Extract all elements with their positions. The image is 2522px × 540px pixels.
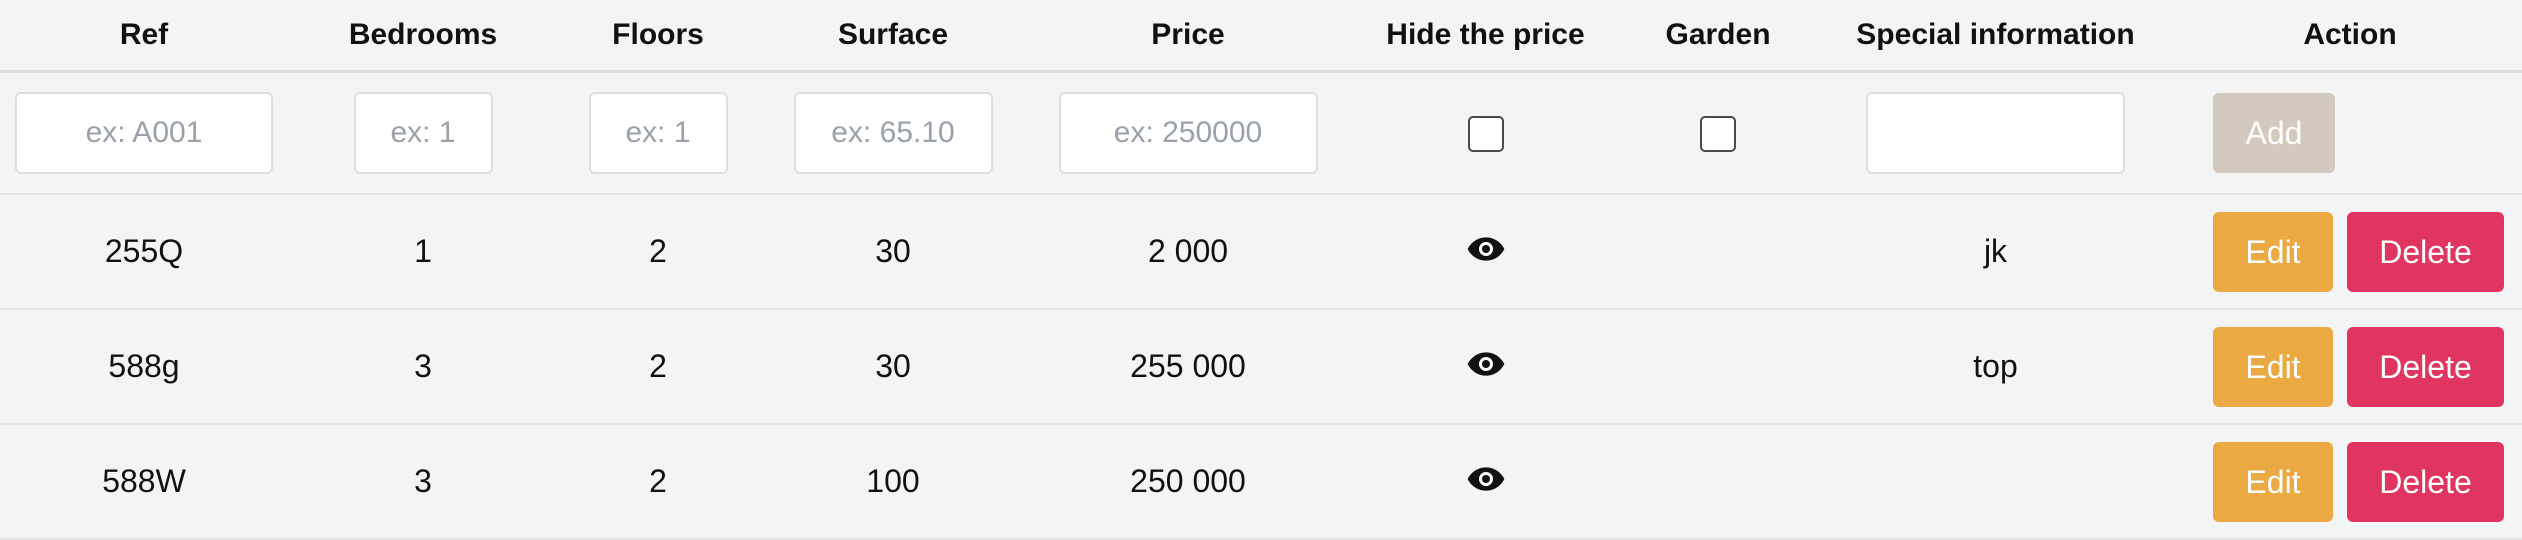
ref-input[interactable] bbox=[15, 92, 273, 174]
hide-price-cell bbox=[1348, 71, 1623, 195]
header-price: Price bbox=[1028, 0, 1348, 73]
ref-cell bbox=[0, 71, 288, 195]
garden-checkbox[interactable] bbox=[1700, 116, 1736, 153]
floors-value: 2 bbox=[558, 309, 758, 425]
floors-value: 2 bbox=[558, 194, 758, 310]
header-action: Action bbox=[2178, 0, 2522, 73]
edit-button[interactable]: Edit bbox=[2213, 441, 2333, 522]
ref-value: 255Q bbox=[0, 194, 288, 310]
price-value: 255 000 bbox=[1028, 309, 1348, 425]
bedrooms-value: 3 bbox=[288, 424, 558, 540]
header-ref: Ref bbox=[0, 0, 288, 73]
special-information-value: top bbox=[1813, 309, 2178, 425]
surface-value: 30 bbox=[758, 309, 1028, 425]
header-special-information: Special information bbox=[1813, 0, 2178, 73]
bedrooms-cell bbox=[288, 71, 558, 195]
row-actions: Edit Delete bbox=[2178, 194, 2522, 310]
table-row: 255Q 1 2 30 2 000 jk Edit Delete bbox=[0, 194, 2522, 310]
action-cell: Add bbox=[2178, 71, 2522, 195]
table-row: 588g 3 2 30 255 000 top Edit Delete bbox=[0, 309, 2522, 425]
bedrooms-input[interactable] bbox=[353, 92, 493, 174]
delete-button[interactable]: Delete bbox=[2347, 211, 2504, 292]
garden-cell bbox=[1623, 71, 1813, 195]
table-header-row: Ref Bedrooms Floors Surface Price Hide t… bbox=[0, 0, 2522, 73]
garden-value bbox=[1623, 424, 1813, 540]
edit-button[interactable]: Edit bbox=[2213, 326, 2333, 407]
price-input[interactable] bbox=[1058, 92, 1318, 174]
surface-value: 30 bbox=[758, 194, 1028, 310]
special-information-value: jk bbox=[1813, 194, 2178, 310]
new-property-form-row: Add bbox=[0, 71, 2522, 195]
floors-input[interactable] bbox=[588, 92, 728, 174]
hide-price-value bbox=[1348, 194, 1623, 310]
floors-cell bbox=[558, 71, 758, 195]
header-floors: Floors bbox=[558, 0, 758, 73]
garden-value bbox=[1623, 194, 1813, 310]
table-row: 588W 3 2 100 250 000 Edit Delete bbox=[0, 424, 2522, 540]
properties-table: Ref Bedrooms Floors Surface Price Hide t… bbox=[0, 0, 2522, 540]
hide-price-value bbox=[1348, 424, 1623, 540]
special-information-input[interactable] bbox=[1866, 92, 2125, 174]
garden-value bbox=[1623, 309, 1813, 425]
special-information-cell bbox=[1813, 71, 2178, 195]
price-value: 2 000 bbox=[1028, 194, 1348, 310]
row-actions: Edit Delete bbox=[2178, 424, 2522, 540]
surface-cell bbox=[758, 71, 1028, 195]
header-garden: Garden bbox=[1623, 0, 1813, 73]
surface-value: 100 bbox=[758, 424, 1028, 540]
surface-input[interactable] bbox=[793, 92, 993, 174]
eye-icon bbox=[1466, 234, 1506, 271]
hide-price-value bbox=[1348, 309, 1623, 425]
ref-value: 588W bbox=[0, 424, 288, 540]
bedrooms-value: 3 bbox=[288, 309, 558, 425]
delete-button[interactable]: Delete bbox=[2347, 326, 2504, 407]
row-actions: Edit Delete bbox=[2178, 309, 2522, 425]
eye-icon bbox=[1466, 349, 1506, 386]
price-cell bbox=[1028, 71, 1348, 195]
ref-value: 588g bbox=[0, 309, 288, 425]
delete-button[interactable]: Delete bbox=[2347, 441, 2504, 522]
header-hide-price: Hide the price bbox=[1348, 0, 1623, 73]
price-value: 250 000 bbox=[1028, 424, 1348, 540]
bedrooms-value: 1 bbox=[288, 194, 558, 310]
special-information-value bbox=[1813, 424, 2178, 540]
floors-value: 2 bbox=[558, 424, 758, 540]
edit-button[interactable]: Edit bbox=[2213, 211, 2333, 292]
header-bedrooms: Bedrooms bbox=[288, 0, 558, 73]
eye-icon bbox=[1466, 464, 1506, 501]
hide-price-checkbox[interactable] bbox=[1467, 116, 1504, 153]
header-surface: Surface bbox=[758, 0, 1028, 73]
add-button[interactable]: Add bbox=[2213, 93, 2335, 173]
